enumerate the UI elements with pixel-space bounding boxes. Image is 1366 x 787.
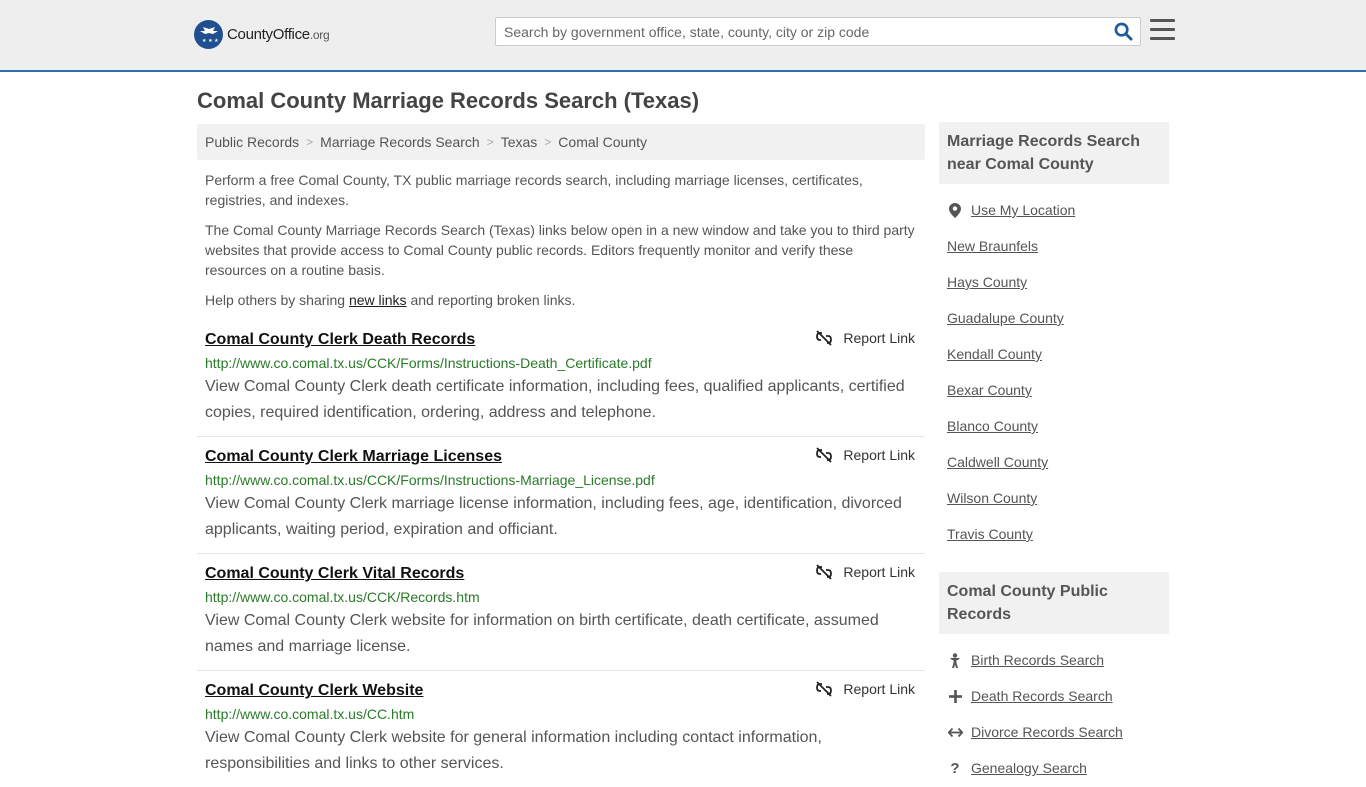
map-marker-icon xyxy=(947,202,963,218)
chevron-right-icon: > xyxy=(544,135,552,149)
result-title-link[interactable]: Comal County Clerk Website xyxy=(205,681,917,701)
list-item: Use My Location xyxy=(947,192,1161,228)
report-link-button[interactable]: Report Link xyxy=(816,681,915,697)
intro-text: Perform a free Comal County, TX public m… xyxy=(197,170,925,310)
nearby-heading: Marriage Records Search near Comal Count… xyxy=(939,122,1169,184)
result-title-link[interactable]: Comal County Clerk Marriage Licenses xyxy=(205,447,917,467)
nearby-link-caldwell-county[interactable]: Caldwell County xyxy=(947,454,1048,470)
result-url[interactable]: http://www.co.comal.tx.us/CC.htm xyxy=(205,705,917,723)
site-header: ★ ★ ★ CountyOffice.org xyxy=(0,0,1366,72)
nearby-link-travis-county[interactable]: Travis County xyxy=(947,526,1033,542)
search-bar xyxy=(495,17,1141,46)
birth-records-link[interactable]: Birth Records Search xyxy=(971,652,1104,668)
breadcrumb-comal-county[interactable]: Comal County xyxy=(558,134,647,150)
result-item: Comal County Clerk Marriage Licenses Rep… xyxy=(197,447,925,554)
nearby-link-hays-county[interactable]: Hays County xyxy=(947,274,1027,290)
result-item: Comal County Clerk Vital Records Report … xyxy=(197,564,925,671)
result-title-link[interactable]: Comal County Clerk Vital Records xyxy=(205,564,917,584)
result-title-link[interactable]: Comal County Clerk Death Records xyxy=(205,330,917,350)
result-url[interactable]: http://www.co.comal.tx.us/CCK/Forms/Inst… xyxy=(205,471,917,489)
sidebar: Marriage Records Search near Comal Count… xyxy=(939,122,1169,786)
result-description: View Comal County Clerk death certificat… xyxy=(205,378,905,421)
list-item: Kendall County xyxy=(947,336,1161,372)
page-title: Comal County Marriage Records Search (Te… xyxy=(197,88,700,113)
share-links-paragraph: Help others by sharing new links and rep… xyxy=(205,292,576,308)
broken-link-icon xyxy=(816,681,833,697)
breadcrumb-texas[interactable]: Texas xyxy=(501,134,538,150)
broken-link-icon xyxy=(816,564,833,580)
list-item: Birth Records Search xyxy=(947,642,1161,678)
intro-paragraph: The Comal County Marriage Records Search… xyxy=(205,222,915,278)
list-item: Blanco County xyxy=(947,408,1161,444)
chevron-right-icon: > xyxy=(486,135,494,149)
broken-link-icon xyxy=(816,447,833,463)
search-icon xyxy=(1114,22,1133,41)
nearby-list: Use My Location New Braunfels Hays Count… xyxy=(939,184,1169,552)
result-item: Comal County Clerk Death Records Report … xyxy=(197,330,925,437)
baby-icon xyxy=(947,652,963,668)
cross-icon xyxy=(947,689,963,703)
breadcrumb: Public Records > Marriage Records Search… xyxy=(197,124,925,160)
list-item: Caldwell County xyxy=(947,444,1161,480)
result-description: View Comal County Clerk website for gene… xyxy=(205,729,822,772)
death-records-link[interactable]: Death Records Search xyxy=(971,688,1113,704)
nearby-link-new-braunfels[interactable]: New Braunfels xyxy=(947,238,1038,254)
search-button[interactable] xyxy=(1106,18,1140,45)
list-item: ? Genealogy Search xyxy=(947,750,1161,786)
public-records-heading: Comal County Public Records xyxy=(939,572,1169,634)
nearby-link-kendall-county[interactable]: Kendall County xyxy=(947,346,1042,362)
breadcrumb-public-records[interactable]: Public Records xyxy=(205,134,299,150)
list-item: Divorce Records Search xyxy=(947,714,1161,750)
result-item: Comal County Clerk Website Report Link h… xyxy=(197,681,925,787)
list-item: Bexar County xyxy=(947,372,1161,408)
main-content: Public Records > Marriage Records Search… xyxy=(197,124,925,787)
list-item: Wilson County xyxy=(947,480,1161,516)
use-my-location-link[interactable]: Use My Location xyxy=(971,202,1075,218)
result-description: View Comal County Clerk marriage license… xyxy=(205,495,902,538)
site-logo[interactable]: ★ ★ ★ CountyOffice.org xyxy=(194,20,330,49)
nearby-link-wilson-county[interactable]: Wilson County xyxy=(947,490,1037,506)
breadcrumb-marriage-records[interactable]: Marriage Records Search xyxy=(320,134,480,150)
divorce-records-link[interactable]: Divorce Records Search xyxy=(971,724,1123,740)
nearby-link-bexar-county[interactable]: Bexar County xyxy=(947,382,1032,398)
question-icon: ? xyxy=(950,759,960,777)
result-description: View Comal County Clerk website for info… xyxy=(205,612,879,655)
report-link-button[interactable]: Report Link xyxy=(816,447,915,463)
nearby-link-guadalupe-county[interactable]: Guadalupe County xyxy=(947,310,1064,326)
genealogy-search-link[interactable]: Genealogy Search xyxy=(971,760,1087,776)
result-url[interactable]: http://www.co.comal.tx.us/CCK/Records.ht… xyxy=(205,588,917,606)
list-item: New Braunfels xyxy=(947,228,1161,264)
list-item: Guadalupe County xyxy=(947,300,1161,336)
results-list: Comal County Clerk Death Records Report … xyxy=(197,330,925,787)
broken-link-icon xyxy=(816,330,833,346)
report-link-button[interactable]: Report Link xyxy=(816,330,915,346)
new-links-link[interactable]: new links xyxy=(349,292,407,308)
logo-wordmark: CountyOffice.org xyxy=(227,26,330,43)
search-input[interactable] xyxy=(496,18,1106,45)
eagle-logo-icon: ★ ★ ★ xyxy=(194,20,223,49)
hamburger-menu-icon[interactable] xyxy=(1150,19,1175,41)
svg-text:★ ★ ★: ★ ★ ★ xyxy=(202,38,219,44)
public-records-list: Birth Records Search Death Records Searc… xyxy=(939,634,1169,786)
nearby-link-blanco-county[interactable]: Blanco County xyxy=(947,418,1038,434)
result-url[interactable]: http://www.co.comal.tx.us/CCK/Forms/Inst… xyxy=(205,354,917,372)
report-link-button[interactable]: Report Link xyxy=(816,564,915,580)
chevron-right-icon: > xyxy=(306,135,314,149)
list-item: Death Records Search xyxy=(947,678,1161,714)
split-arrows-icon xyxy=(947,727,963,738)
list-item: Hays County xyxy=(947,264,1161,300)
intro-paragraph: Perform a free Comal County, TX public m… xyxy=(205,172,863,208)
list-item: Travis County xyxy=(947,516,1161,552)
